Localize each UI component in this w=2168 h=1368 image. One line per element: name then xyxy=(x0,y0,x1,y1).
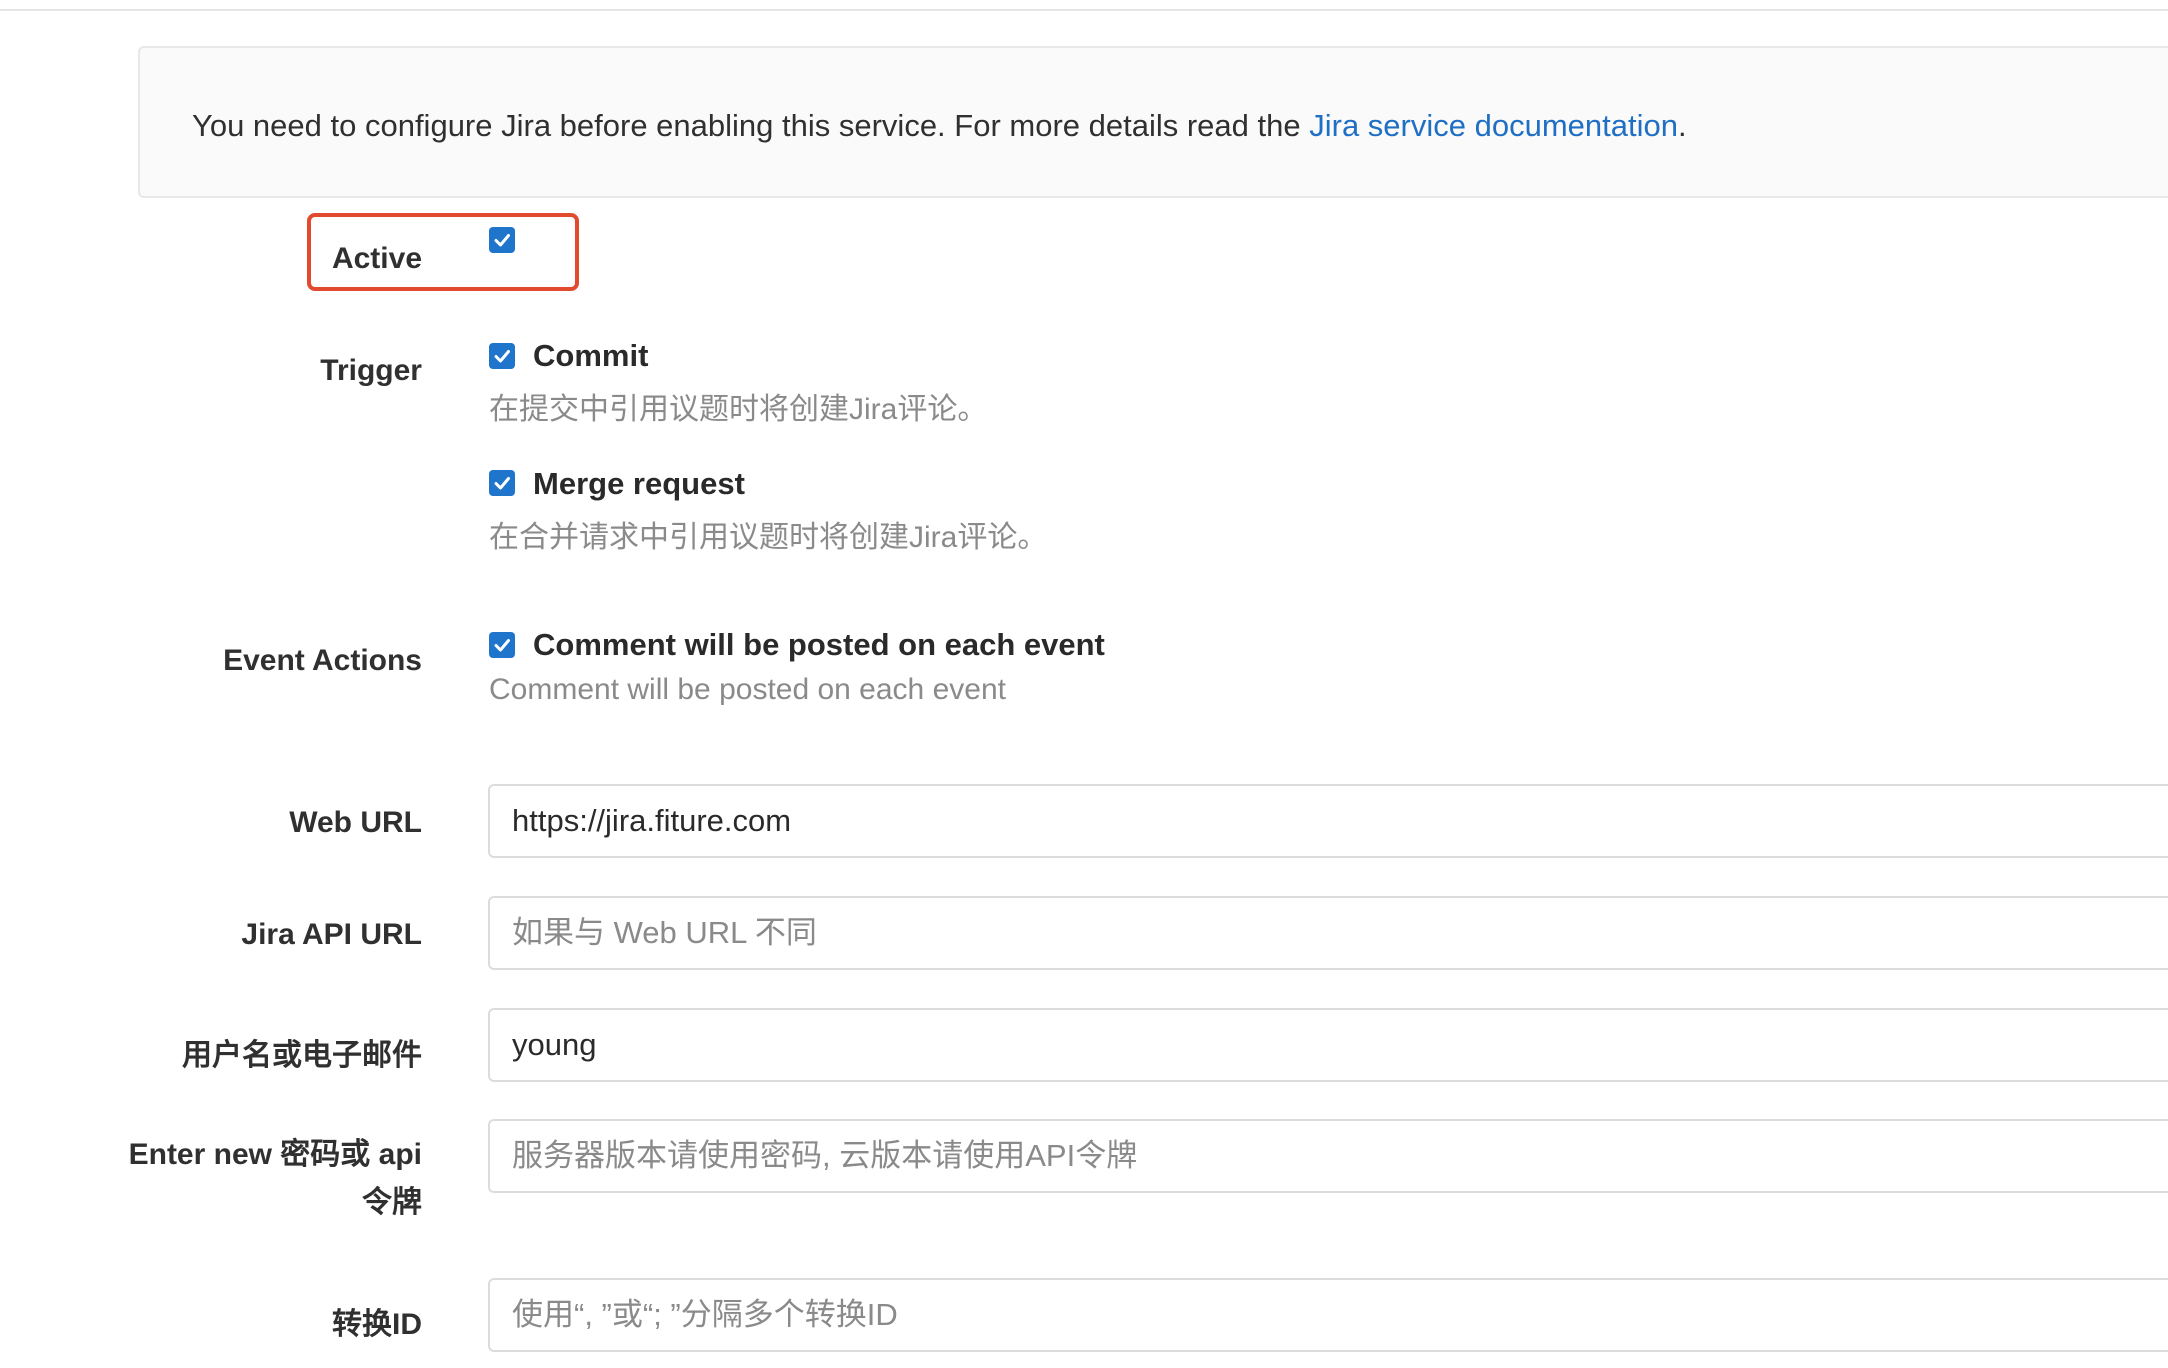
checkmark-icon xyxy=(494,639,510,652)
commit-label[interactable]: Commit xyxy=(533,338,648,374)
merge-request-label[interactable]: Merge request xyxy=(533,466,745,502)
merge-request-help: 在合并请求中引用议题时将创建Jira评论。 xyxy=(489,521,1048,554)
checkmark-icon xyxy=(494,350,510,363)
transition-id-label: 转换ID xyxy=(332,1308,422,1341)
checkmark-icon xyxy=(494,234,510,247)
comment-event-checkbox[interactable] xyxy=(489,632,515,658)
password-input[interactable] xyxy=(488,1119,2168,1193)
commit-help: 在提交中引用议题时将创建Jira评论。 xyxy=(489,393,988,426)
config-notice: You need to configure Jira before enabli… xyxy=(138,46,2168,198)
trigger-label: Trigger xyxy=(320,354,422,387)
active-label: Active xyxy=(331,242,422,275)
password-label: Enter new 密码或 api 令牌 xyxy=(128,1138,422,1219)
active-checkbox[interactable] xyxy=(489,227,515,253)
jira-api-url-label: Jira API URL xyxy=(241,918,422,951)
comment-event-label[interactable]: Comment will be posted on each event xyxy=(533,627,1105,663)
commit-checkbox[interactable] xyxy=(489,343,515,369)
transition-id-input[interactable] xyxy=(488,1278,2168,1352)
username-input[interactable] xyxy=(488,1008,2168,1082)
checkmark-icon xyxy=(494,477,510,490)
username-label: 用户名或电子邮件 xyxy=(182,1039,422,1072)
merge-request-checkbox[interactable] xyxy=(489,470,515,496)
event-actions-label: Event Actions xyxy=(223,644,422,677)
notice-text: You need to configure Jira before enabli… xyxy=(192,108,1687,143)
jira-api-url-input[interactable] xyxy=(488,896,2168,970)
web-url-input[interactable] xyxy=(488,784,2168,858)
web-url-label: Web URL xyxy=(289,806,422,839)
jira-docs-link[interactable]: Jira service documentation xyxy=(1309,108,1678,143)
comment-event-help: Comment will be posted on each event xyxy=(489,673,1006,706)
top-divider xyxy=(0,9,2168,11)
